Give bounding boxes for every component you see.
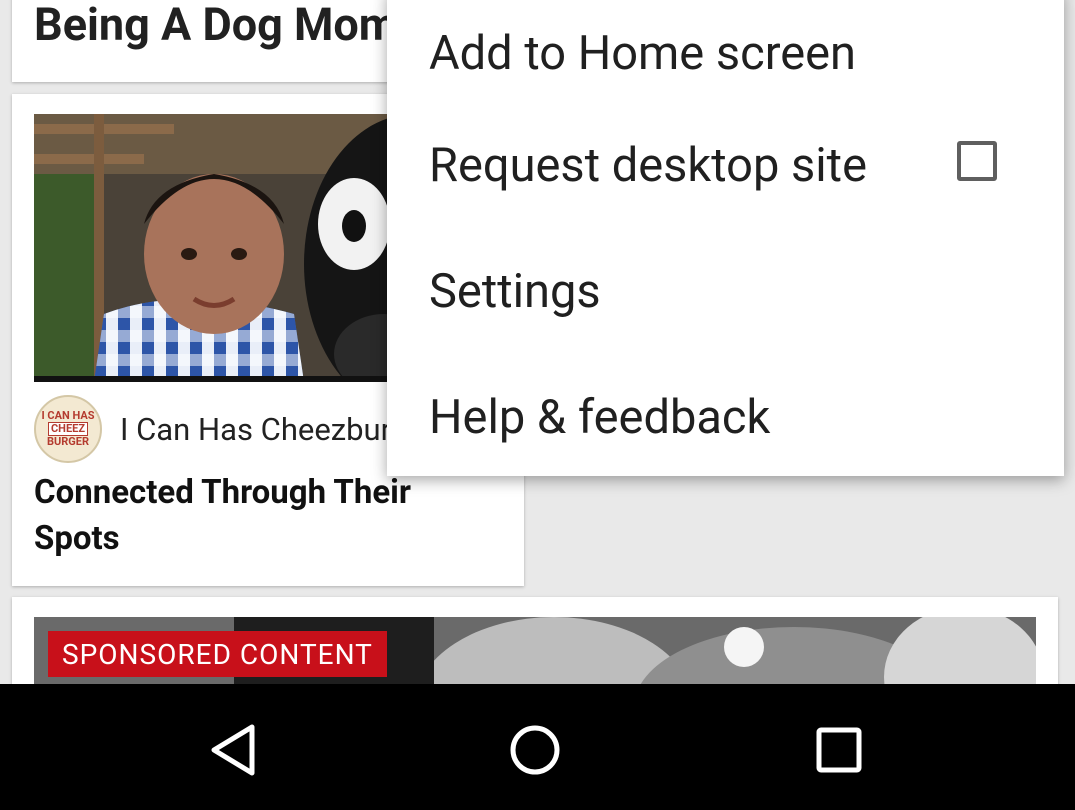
recents-button[interactable]	[809, 720, 869, 780]
sponsored-badge: SPONSORED CONTENT	[48, 631, 387, 677]
recents-square-icon	[816, 727, 862, 773]
back-button[interactable]	[203, 720, 263, 780]
home-button[interactable]	[505, 720, 565, 780]
source-row[interactable]: I CAN HAS CHEEZ BURGER I Can Has Cheezbu…	[34, 395, 435, 463]
source-logo: I CAN HAS CHEEZ BURGER	[34, 395, 102, 463]
menu-item-help-feedback[interactable]: Help & feedback	[387, 354, 1064, 480]
back-triangle-icon	[211, 724, 255, 776]
overflow-menu: Add to Home screen Request desktop site …	[387, 0, 1064, 476]
home-circle-icon	[510, 725, 560, 775]
menu-item-settings[interactable]: Settings	[387, 228, 1064, 354]
request-desktop-site-checkbox[interactable]	[957, 141, 997, 181]
menu-item-label: Add to Home screen	[429, 25, 856, 81]
menu-item-label: Request desktop site	[429, 137, 867, 193]
menu-item-label: Settings	[429, 263, 601, 319]
article-headline[interactable]: Connected Through Their Spots	[34, 470, 504, 562]
menu-item-add-to-home-screen[interactable]: Add to Home screen	[387, 0, 1064, 116]
menu-item-label: Help & feedback	[429, 389, 771, 445]
menu-item-request-desktop-site[interactable]: Request desktop site	[387, 102, 1064, 228]
feed-card-title: Being A Dog Mom	[34, 0, 398, 51]
system-navigation-bar	[0, 684, 1075, 810]
